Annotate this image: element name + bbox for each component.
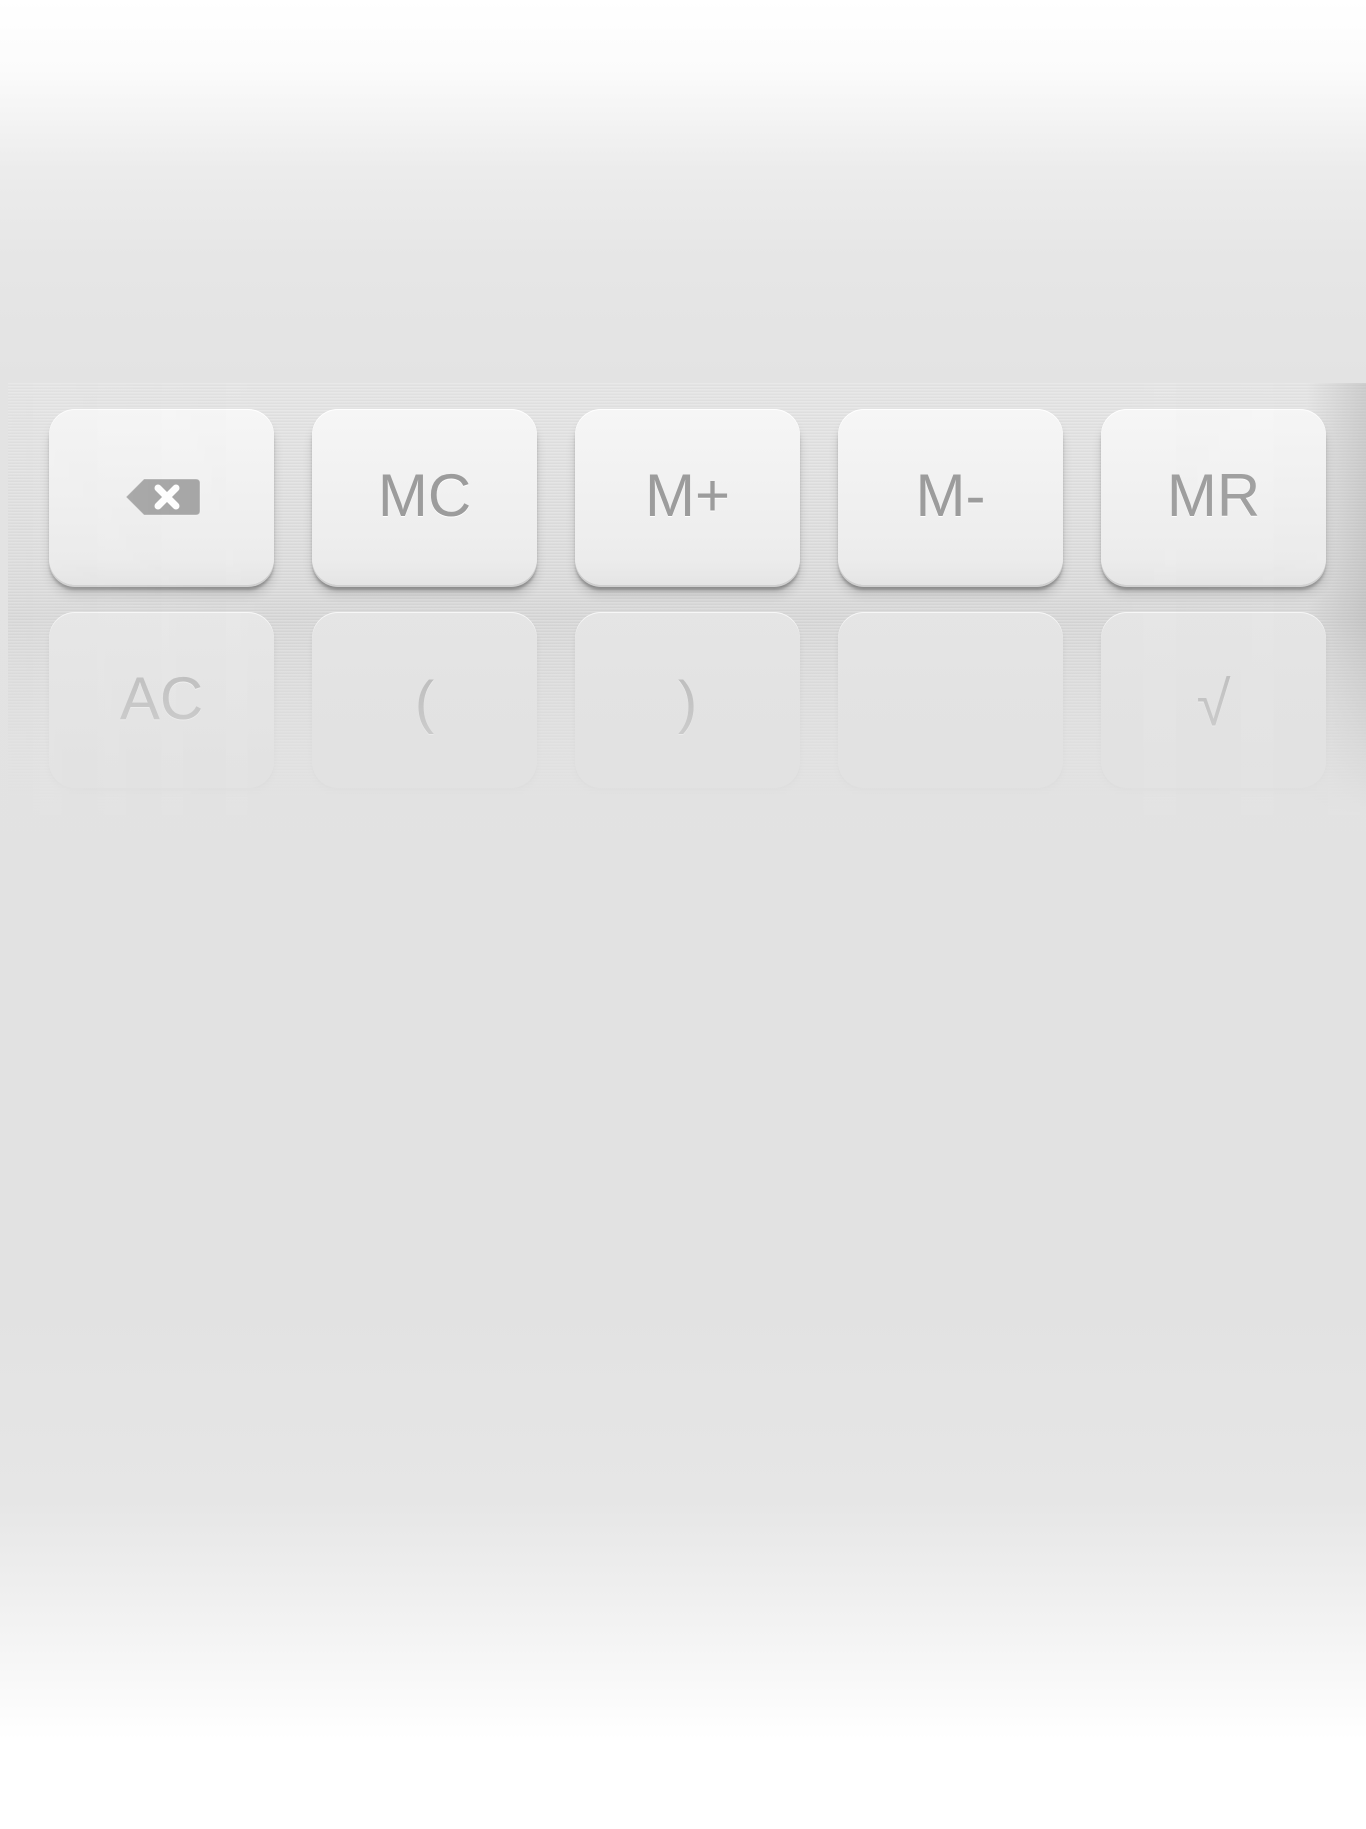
calculator-keypad: MC M+ M- MR AC ( ) √ xyxy=(8,383,1366,815)
function-key-row: AC ( ) √ xyxy=(49,612,1326,788)
memory-recall-label: MR xyxy=(1166,461,1261,529)
open-parenthesis-button[interactable]: ( xyxy=(312,612,537,788)
backspace-icon xyxy=(124,478,200,516)
memory-clear-button[interactable]: MC xyxy=(312,409,537,585)
memory-add-button[interactable]: M+ xyxy=(575,409,800,585)
blank-key[interactable] xyxy=(838,612,1063,788)
square-root-button[interactable]: √ xyxy=(1101,612,1326,788)
backspace-button[interactable] xyxy=(49,409,274,585)
memory-add-label: M+ xyxy=(644,461,731,529)
open-parenthesis-label: ( xyxy=(414,669,435,735)
all-clear-button[interactable]: AC xyxy=(49,612,274,788)
memory-subtract-button[interactable]: M- xyxy=(838,409,1063,585)
close-parenthesis-button[interactable]: ) xyxy=(575,612,800,788)
square-root-label: √ xyxy=(1196,669,1231,739)
memory-key-row: MC M+ M- MR xyxy=(49,409,1326,585)
close-parenthesis-label: ) xyxy=(677,669,698,735)
memory-subtract-label: M- xyxy=(915,461,986,529)
all-clear-label: AC xyxy=(119,664,204,732)
memory-clear-label: MC xyxy=(377,461,472,529)
memory-recall-button[interactable]: MR xyxy=(1101,409,1326,585)
